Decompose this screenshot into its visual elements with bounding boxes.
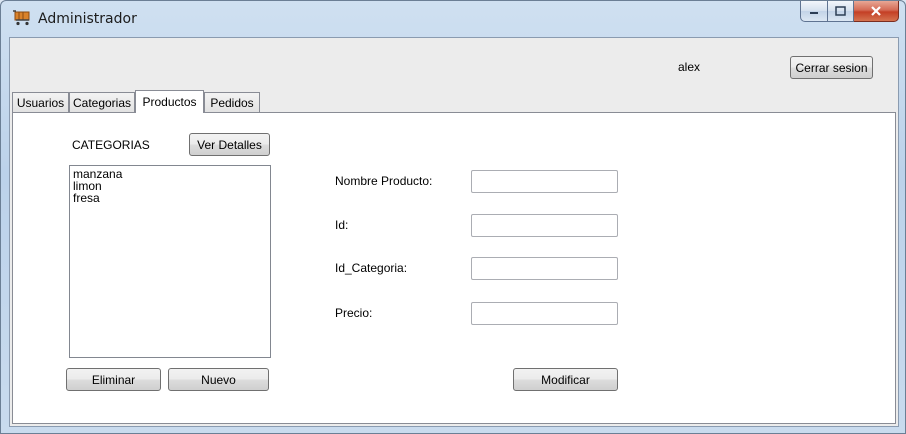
price-field[interactable] [471, 302, 618, 325]
modify-button[interactable]: Modificar [513, 368, 618, 391]
close-button[interactable] [854, 1, 899, 22]
category-id-label: Id_Categoria: [335, 261, 408, 275]
product-name-field[interactable] [471, 170, 618, 193]
price-label: Precio: [335, 306, 373, 320]
new-button[interactable]: Nuevo [168, 368, 269, 391]
maximize-icon [835, 6, 846, 16]
view-details-button[interactable]: Ver Detalles [189, 133, 270, 156]
tab-categorias[interactable]: Categorias [69, 92, 135, 112]
shopping-cart-icon [13, 10, 30, 26]
tab-productos[interactable]: Productos [135, 90, 204, 113]
logout-button[interactable]: Cerrar sesion [790, 56, 873, 79]
id-label: Id: [335, 218, 349, 232]
list-item[interactable]: limon [73, 180, 267, 192]
delete-button[interactable]: Eliminar [66, 368, 161, 391]
list-item[interactable]: manzana [73, 168, 267, 180]
list-item[interactable]: fresa [73, 192, 267, 204]
client-area: alex Cerrar sesion Usuarios Categorias P… [9, 37, 899, 427]
product-name-label: Nombre Producto: [335, 174, 433, 188]
id-field[interactable] [471, 214, 618, 237]
close-icon [871, 6, 881, 16]
username-label: alex [678, 60, 701, 74]
tab-usuarios[interactable]: Usuarios [12, 92, 69, 112]
title-bar[interactable]: Administrador [1, 1, 905, 37]
productos-panel: CATEGORIAS Ver Detalles manzana limon fr… [12, 112, 896, 424]
minimize-icon [810, 12, 818, 14]
categories-heading: CATEGORIAS [72, 138, 150, 152]
app-window: Administrador alex Cerrar sesion Usuario… [0, 0, 906, 434]
tab-pedidos[interactable]: Pedidos [204, 92, 260, 112]
minimize-button[interactable] [800, 1, 828, 22]
maximize-button[interactable] [828, 1, 854, 22]
window-title: Administrador [38, 11, 137, 27]
category-id-field[interactable] [471, 257, 618, 280]
categories-list[interactable]: manzana limon fresa [69, 165, 271, 358]
window-controls [800, 1, 899, 23]
